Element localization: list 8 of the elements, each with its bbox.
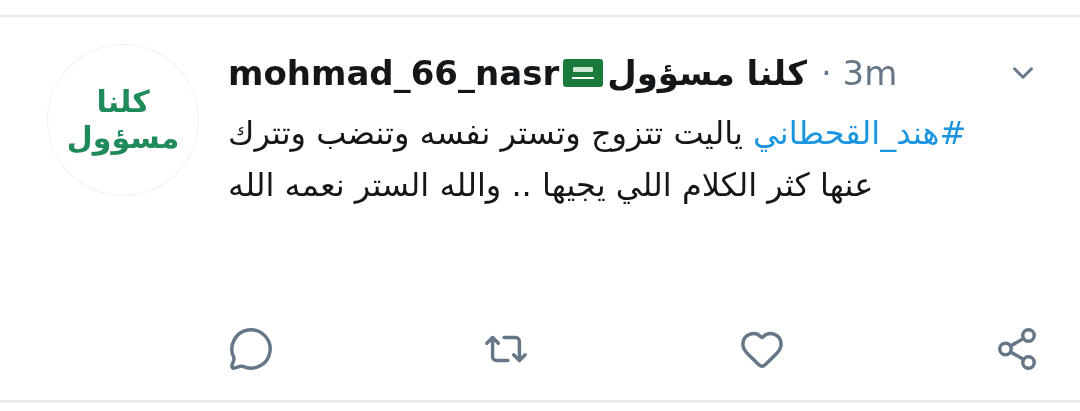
- timestamp: · 3m: [820, 53, 898, 93]
- reply-button[interactable]: [228, 326, 274, 372]
- hashtag-link[interactable]: #هند_القحطاني: [753, 114, 967, 152]
- tweet-text: #هند_القحطاني ياليت تتزوج وتستر نفسه وتنضب وتترك عنها كثر الكلام اللي يجيها .. والله الستر نعمه الله: [228, 113, 968, 206]
- avatar-logo: كلنا مسؤول: [48, 45, 198, 195]
- display-name: كلنا مسؤول: [607, 53, 807, 93]
- user-handle: mohmad_66_nasr: [228, 53, 560, 93]
- flag-icon: [563, 59, 604, 87]
